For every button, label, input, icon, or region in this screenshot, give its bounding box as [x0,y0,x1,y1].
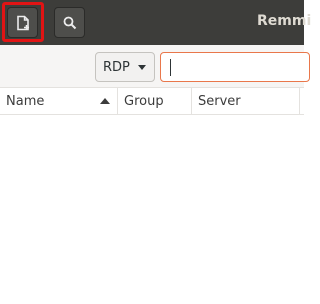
sort-ascending-icon [100,98,110,104]
column-header-group[interactable]: Group [118,88,192,114]
column-header-label: Server [198,93,241,109]
search-button[interactable] [54,7,85,38]
column-header-label: Group [124,93,164,109]
chevron-down-icon [138,65,146,70]
protocol-value: RDP [103,59,130,75]
header-bar: Remmi [0,0,311,45]
table-header: Name Group Server [0,87,304,115]
text-cursor [170,59,171,76]
connection-list[interactable] [0,115,304,304]
protocol-select[interactable]: RDP [95,52,155,82]
column-header-server[interactable]: Server [192,88,300,114]
new-connection-button[interactable] [7,7,38,38]
column-header-name[interactable]: Name [0,88,118,114]
app-title: Remmi [257,13,312,29]
quick-connect-toolbar: RDP [0,45,310,87]
quick-connect-input[interactable] [160,52,310,82]
new-document-icon [16,15,29,30]
search-icon [63,16,76,29]
column-header-label: Name [6,93,45,109]
